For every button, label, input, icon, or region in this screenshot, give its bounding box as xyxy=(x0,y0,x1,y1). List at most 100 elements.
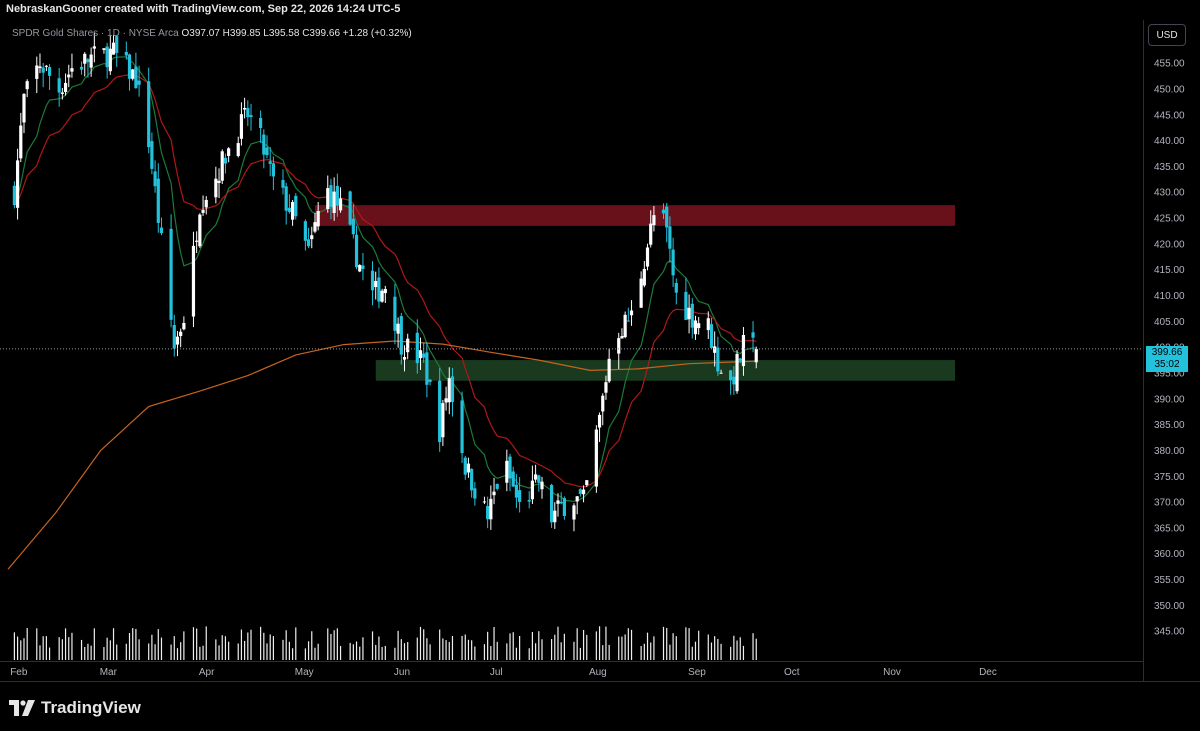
time-tick-label: Jul xyxy=(490,667,503,678)
candle-body xyxy=(466,463,471,473)
candle-body xyxy=(172,325,176,349)
candle-body xyxy=(639,278,643,308)
volume-bar xyxy=(135,628,137,660)
candle-body xyxy=(594,429,598,487)
candle-body xyxy=(306,239,311,247)
volume-bar xyxy=(128,632,131,660)
volume-bar xyxy=(375,644,377,660)
candle-body xyxy=(67,74,71,78)
volume-bar xyxy=(237,643,239,660)
candle-body xyxy=(335,185,339,206)
currency-button[interactable]: USD xyxy=(1148,24,1186,46)
candle-body xyxy=(415,332,419,364)
candle-body xyxy=(377,277,381,302)
volume-bar xyxy=(416,637,418,660)
volume-bar xyxy=(160,637,163,660)
candle-body xyxy=(438,380,442,443)
volume-bar xyxy=(419,626,422,660)
candle-body xyxy=(540,481,544,490)
candle-body xyxy=(134,66,138,89)
volume-bar xyxy=(362,637,364,660)
volume-bar xyxy=(132,628,134,660)
candle-body xyxy=(629,310,634,316)
candle-body xyxy=(262,134,266,155)
volume-bar xyxy=(269,634,271,660)
volume-bar xyxy=(173,636,175,660)
brand-logo[interactable]: TradingView xyxy=(9,698,141,718)
candle-body xyxy=(12,185,16,206)
candle-body xyxy=(604,382,608,393)
last-price-label: 399.66 35:02 xyxy=(1146,346,1188,372)
candle-body xyxy=(508,456,512,479)
volume-bar xyxy=(180,642,182,660)
volume-bar xyxy=(138,639,140,660)
candle-body xyxy=(642,268,646,286)
volume-bar xyxy=(576,628,578,660)
volume-bar xyxy=(250,629,252,660)
volume-bar xyxy=(602,645,604,660)
price-tick-label: 430.00 xyxy=(1154,188,1185,199)
candle-body xyxy=(380,290,384,302)
volume-bar xyxy=(471,640,473,660)
bar-countdown: 35:02 xyxy=(1154,359,1180,370)
plot-area xyxy=(0,20,1143,660)
volume-bar xyxy=(151,634,153,660)
candle-body xyxy=(441,403,445,438)
volume-bar xyxy=(330,633,332,660)
volume-bar xyxy=(563,633,565,660)
open-value: O397.07 xyxy=(181,28,220,39)
candle-body xyxy=(57,78,61,93)
candle-body xyxy=(575,496,579,502)
volume-bar xyxy=(579,647,581,660)
volume-bar xyxy=(39,645,41,660)
volume-bar xyxy=(730,646,732,660)
candle-body xyxy=(159,227,164,234)
price-chart[interactable]: 345.00 350.00 355.00 360.00 365.00 370.00 375.… xyxy=(0,0,1200,731)
time-axis[interactable]: Feb Mar Apr May Jun Jul Aug Sep Oct Nov Dec xyxy=(10,667,997,678)
volume-bar xyxy=(266,643,268,660)
volume-bar xyxy=(333,630,335,660)
volume-bar xyxy=(448,642,450,660)
volume-bar xyxy=(490,646,492,660)
candle-body xyxy=(223,157,228,164)
candle-body xyxy=(447,378,451,403)
candle-body xyxy=(191,245,196,317)
candle-body xyxy=(338,198,343,211)
candle-body xyxy=(281,180,285,188)
price-tick-label: 380.00 xyxy=(1154,446,1185,457)
candle-body xyxy=(735,353,739,392)
volume-bar xyxy=(467,639,470,660)
candle-body xyxy=(156,178,160,223)
volume-bar xyxy=(512,632,514,660)
candle-body xyxy=(597,414,602,428)
candle-body xyxy=(329,185,333,207)
candle-body xyxy=(486,506,490,520)
volume-bar xyxy=(13,632,15,660)
volume-bar xyxy=(16,636,19,660)
candle-body xyxy=(70,68,74,72)
volume-bar xyxy=(608,644,610,660)
high-value: H399.85 xyxy=(222,28,261,39)
resistance-zone xyxy=(314,205,955,226)
volume-bar xyxy=(71,632,73,660)
volume-bar xyxy=(394,647,396,660)
candle-body xyxy=(92,46,96,49)
volume-bar xyxy=(688,628,690,660)
candle-body xyxy=(204,199,208,208)
time-tick-label: Oct xyxy=(784,667,800,678)
volume-bar xyxy=(384,645,386,660)
candle-body xyxy=(124,51,128,56)
candle-body xyxy=(553,510,557,523)
volume-bar xyxy=(509,633,511,660)
support-zone xyxy=(375,360,955,381)
candle-body xyxy=(549,484,554,523)
low-value: L395.58 xyxy=(263,28,300,39)
candle-body xyxy=(537,475,541,483)
symbol-legend[interactable]: SPDR Gold Shares · 1D · NYSE Arca O397.0… xyxy=(12,28,412,39)
volume-bar xyxy=(42,636,44,660)
candle-body xyxy=(713,346,717,353)
price-tick-label: 360.00 xyxy=(1154,549,1185,560)
change-value: +1.28 (+0.32%) xyxy=(342,28,412,39)
candle-body xyxy=(239,114,244,139)
volume-bar xyxy=(557,626,559,660)
